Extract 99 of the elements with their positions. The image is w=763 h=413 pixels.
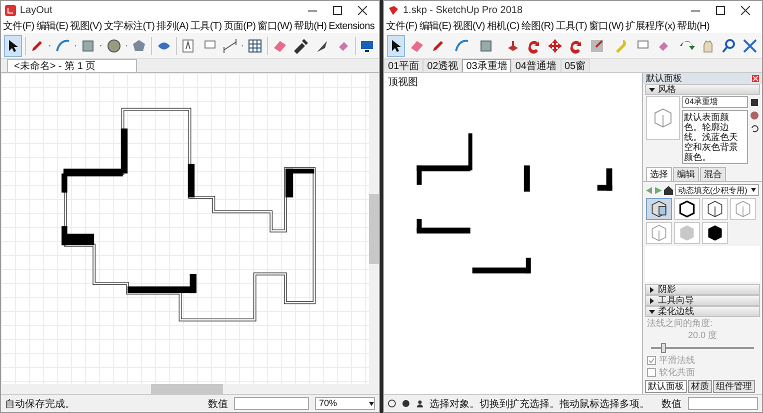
menu-item[interactable]: 绘图(R) <box>521 19 554 33</box>
vertical-scrollbar[interactable] <box>369 73 379 384</box>
window-title: 1.skp - SketchUp Pro 2018 <box>403 4 524 16</box>
style-tab[interactable]: 混合 <box>700 167 726 181</box>
scene-tab[interactable]: 05窗 <box>560 59 590 72</box>
section-title: 风格 <box>658 83 676 96</box>
menu-item[interactable]: 文件(F) <box>386 19 418 33</box>
angle-label: 法线之间的角度: <box>647 318 713 329</box>
move-icon <box>547 38 563 54</box>
toolbar-button[interactable] <box>4 34 22 56</box>
app-logo-icon <box>5 4 16 16</box>
forward-icon <box>655 186 662 194</box>
style-thumbnail[interactable] <box>702 222 728 244</box>
measurements-field[interactable] <box>234 397 309 410</box>
toolbar-button[interactable] <box>387 34 405 56</box>
close-icon <box>358 6 367 14</box>
menu-item[interactable]: 窗口(W) <box>258 19 292 33</box>
menu-item[interactable]: 扩展程序(x) <box>626 19 676 33</box>
menu-item[interactable]: Extensions <box>328 20 375 32</box>
style-name-field[interactable]: 04承重墙 <box>682 96 748 108</box>
style-thumbnail[interactable] <box>646 222 672 244</box>
maximize-icon <box>333 6 342 14</box>
style-thumbnail[interactable] <box>674 222 700 244</box>
section-header[interactable]: 工具向导 <box>645 295 760 306</box>
measurements-label: 数值 <box>208 398 228 410</box>
menu-item[interactable]: 编辑(E) <box>36 19 68 33</box>
user-icon <box>416 399 424 408</box>
checkbox[interactable] <box>647 356 656 365</box>
table-icon <box>247 38 264 54</box>
caret-icon <box>369 402 374 406</box>
checkbox[interactable] <box>647 368 656 377</box>
checkbox-label: 平滑法线 <box>659 355 695 366</box>
menu-item[interactable]: 文件(F) <box>3 19 34 33</box>
status-text: 自动保存完成。 <box>5 398 75 410</box>
section-title: 工具向导 <box>658 294 694 306</box>
style-tab[interactable]: 选择 <box>646 167 672 181</box>
refresh-icon <box>750 124 759 133</box>
rectangle-icon <box>478 38 494 54</box>
document-tab[interactable]: <未命名> - 第 1 页 <box>7 59 137 72</box>
menu-item[interactable]: 相机(C) <box>486 19 520 33</box>
section-header[interactable]: 柔化边线 <box>645 306 760 317</box>
menu-item[interactable]: 帮助(H) <box>677 19 710 33</box>
close-icon <box>741 6 750 14</box>
scene-tab[interactable]: 01平面 <box>384 59 424 72</box>
view-label: 顶视图 <box>388 76 418 89</box>
maximize-icon <box>716 6 725 14</box>
polygon-icon <box>131 38 148 54</box>
rectangle-icon <box>80 38 96 54</box>
style-thumbnail[interactable] <box>646 198 672 220</box>
tray-tab[interactable]: 组件管理 <box>713 380 755 393</box>
expand-triangle-icon <box>649 86 655 92</box>
zoom-icon <box>721 38 737 54</box>
menu-item[interactable]: 视图(V) <box>453 19 485 33</box>
section-title: 阴影 <box>658 283 676 296</box>
tray-title: 默认面板 <box>646 73 682 84</box>
window-title: LayOut <box>20 4 54 16</box>
style-tab[interactable]: 编辑 <box>673 167 699 181</box>
circle-icon <box>106 38 122 54</box>
tray-tab[interactable]: 默认面板 <box>645 380 687 393</box>
angle-value: 20.0 度 <box>688 330 718 341</box>
menu-item[interactable]: 文字标注(T) <box>104 19 155 33</box>
measurements-label: 数值 <box>662 398 682 410</box>
status-text: 选择对象。切换到扩充选择。拖动鼠标选择多项。 <box>430 398 650 410</box>
section-header[interactable]: 风格 <box>645 84 760 95</box>
dropper-icon <box>292 38 309 54</box>
scale-icon <box>589 38 605 54</box>
menu-item[interactable]: 排列(A) <box>156 19 188 33</box>
style-thumbnail[interactable] <box>730 198 756 220</box>
horizontal-scrollbar[interactable] <box>1 384 379 394</box>
menu-item[interactable]: 工具(T) <box>190 19 222 33</box>
caret-icon <box>751 188 756 192</box>
menu-item[interactable]: 视图(V) <box>70 19 102 33</box>
menu-item[interactable]: 工具(T) <box>556 19 588 33</box>
collection-dropdown[interactable]: 动态填充(少积专用) <box>675 184 759 196</box>
menu-item[interactable]: 窗口(W) <box>589 19 624 33</box>
close-icon <box>752 75 759 82</box>
text-icon <box>180 38 196 54</box>
style-thumbnail[interactable] <box>674 198 700 220</box>
home-icon <box>664 186 673 194</box>
checkbox-label: 软化共面 <box>659 367 695 378</box>
section-title: 柔化边线 <box>658 305 694 318</box>
style-thumbnail[interactable] <box>702 198 728 220</box>
style-description[interactable]: 默认表面颜色。轮廓边线。浅蓝色天空和灰色背景颜色。 <box>682 110 748 164</box>
menu-item[interactable]: 帮助(H) <box>294 19 327 33</box>
app-logo-icon <box>388 4 399 16</box>
zoom-extents-icon <box>742 38 758 54</box>
tray-tab[interactable]: 材质 <box>688 380 712 393</box>
arc-icon <box>54 38 71 54</box>
menu-item[interactable]: 页面(P) <box>224 19 256 33</box>
measurements-field[interactable] <box>688 397 758 410</box>
arc-icon <box>454 38 470 54</box>
back-icon <box>646 186 653 194</box>
dimension-icon <box>222 38 238 54</box>
scene-tab[interactable]: 04普通墙 <box>511 59 560 72</box>
menu-item[interactable]: 编辑(E) <box>419 19 452 33</box>
scene-tab[interactable]: 02透视 <box>423 59 462 72</box>
scene-tab[interactable]: 03承重墙 <box>462 59 512 72</box>
zoom-dropdown[interactable]: 70% <box>315 397 375 410</box>
section-header[interactable]: 阴影 <box>645 284 760 295</box>
